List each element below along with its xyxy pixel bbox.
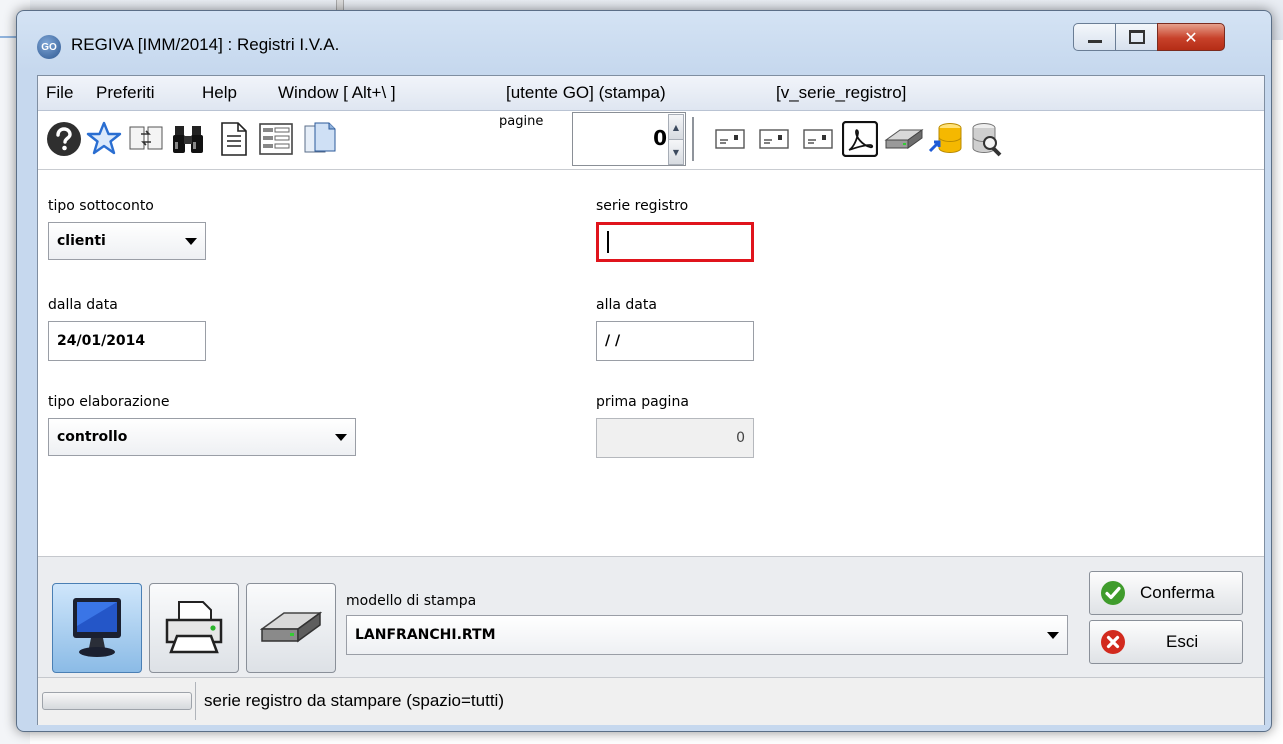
database-search-button[interactable]: [968, 119, 1008, 159]
favorites-button[interactable]: [84, 119, 124, 159]
document-icon: [221, 122, 247, 156]
app-logo-icon: GO: [37, 35, 61, 59]
pages-label: pagine: [499, 114, 544, 129]
check-circle-icon: [1101, 581, 1125, 605]
menu-preferiti[interactable]: Preferiti: [96, 83, 155, 103]
minimize-icon: [1088, 39, 1102, 43]
regiva-window: GO REGIVA [IMM/2014] : Registri I.V.A. ✕…: [16, 10, 1272, 732]
field-button-3[interactable]: [798, 119, 838, 159]
copy-documents-button[interactable]: [300, 119, 340, 159]
swap-window-button[interactable]: [126, 119, 166, 159]
tipo-sottoconto-select[interactable]: clienti: [48, 222, 206, 260]
pages-value: 0: [653, 126, 667, 150]
binoculars-icon: [173, 126, 203, 153]
menu-table-name: [v_serie_registro]: [776, 83, 907, 102]
pages-input[interactable]: 0 ▲ ▼: [572, 112, 686, 166]
field-button-2[interactable]: [754, 119, 794, 159]
maximize-button[interactable]: [1115, 23, 1159, 51]
serie-registro-input[interactable]: [596, 222, 754, 262]
database-export-button[interactable]: [926, 119, 966, 159]
spin-up-button[interactable]: ▲: [668, 114, 684, 140]
toolbar: pagine 0 ▲ ▼: [38, 111, 1264, 170]
swap-window-icon: [129, 126, 163, 150]
field-icon-2: [759, 129, 789, 149]
menu-file[interactable]: File: [46, 83, 73, 103]
alla-data-input[interactable]: / /: [596, 321, 754, 361]
field-button-1[interactable]: [710, 119, 750, 159]
output-screen-button[interactable]: [52, 583, 142, 673]
pdf-button[interactable]: [840, 119, 880, 159]
toolbar-separator: [692, 117, 694, 161]
output-printer-button[interactable]: [149, 583, 239, 673]
menu-help[interactable]: Help: [202, 83, 237, 103]
form-button[interactable]: [256, 119, 296, 159]
monitor-icon: [73, 598, 121, 657]
dalla-data-input[interactable]: 24/01/2014: [48, 321, 206, 361]
dalla-data-label: dalla data: [48, 297, 118, 313]
prima-pagina-input: 0: [596, 418, 754, 458]
dropdown-arrow-icon: [185, 238, 197, 245]
prima-pagina-value: 0: [736, 430, 745, 446]
document-button[interactable]: [214, 119, 254, 159]
spin-down-button[interactable]: ▼: [668, 139, 684, 165]
disk-drive-icon: [260, 611, 322, 643]
status-text: serie registro da stampare (spazio=tutti…: [204, 691, 504, 710]
window-title: REGIVA [IMM/2014] : Registri I.V.A.: [71, 35, 340, 54]
favorite-star-icon: [86, 121, 122, 155]
field-icon-1: [715, 129, 745, 149]
exit-label: Esci: [1166, 632, 1199, 651]
alla-data-label: alla data: [596, 297, 657, 313]
tipo-elaborazione-label: tipo elaborazione: [48, 394, 170, 410]
menu-window[interactable]: Window [ Alt+\ ]: [278, 83, 396, 103]
output-disk-button[interactable]: [246, 583, 336, 673]
title-bar[interactable]: GO REGIVA [IMM/2014] : Registri I.V.A. ✕: [17, 11, 1271, 73]
minimize-button[interactable]: [1073, 23, 1117, 51]
dropdown-arrow-icon: [335, 434, 347, 441]
text-cursor: [607, 231, 609, 253]
arrow-down-icon: ▼: [672, 147, 680, 157]
disk-drive-icon: [884, 129, 924, 149]
pdf-icon: [842, 121, 878, 157]
window-client-area: File Preferiti Help Window [ Alt+\ ] [ut…: [37, 75, 1265, 725]
serie-registro-label: serie registro: [596, 198, 689, 214]
tipo-elaborazione-value: controllo: [57, 429, 128, 445]
tipo-sottoconto-label: tipo sottoconto: [48, 198, 154, 214]
confirm-label: Conferma: [1140, 583, 1215, 602]
form-icon: [259, 123, 293, 155]
status-bar: serie registro da stampare (spazio=tutti…: [38, 677, 1264, 725]
help-icon: [47, 122, 81, 156]
database-search-icon: [972, 123, 1002, 157]
dalla-data-value: 24/01/2014: [57, 333, 146, 349]
maximize-icon: [1129, 30, 1145, 44]
copy-documents-icon: [304, 122, 336, 153]
close-icon: ✕: [1184, 27, 1198, 47]
arrow-up-icon: ▲: [672, 122, 680, 132]
menu-bar: File Preferiti Help Window [ Alt+\ ] [ut…: [38, 76, 1264, 111]
exit-button[interactable]: Esci: [1089, 620, 1243, 664]
status-separator: [195, 682, 196, 720]
confirm-button[interactable]: Conferma: [1089, 571, 1243, 615]
output-panel: modello di stampa LANFRANCHI.RTM Conferm…: [38, 556, 1264, 677]
progress-bar: [42, 692, 192, 710]
close-button[interactable]: ✕: [1157, 23, 1225, 51]
modello-stampa-value: LANFRANCHI.RTM: [355, 627, 496, 643]
database-export-icon: [928, 123, 962, 154]
field-icon-3: [803, 129, 833, 149]
modello-stampa-select[interactable]: LANFRANCHI.RTM: [346, 615, 1068, 655]
disk-drive-button[interactable]: [884, 119, 924, 159]
search-button[interactable]: [168, 119, 208, 159]
modello-stampa-label: modello di stampa: [346, 593, 477, 609]
prima-pagina-label: prima pagina: [596, 394, 689, 410]
cancel-circle-icon: [1101, 630, 1125, 654]
alla-data-value: / /: [605, 333, 621, 349]
dropdown-arrow-icon: [1047, 632, 1059, 639]
tipo-sottoconto-value: clienti: [57, 233, 106, 249]
printer-icon: [165, 601, 223, 654]
menu-user-info: [utente GO] (stampa): [506, 83, 666, 102]
tipo-elaborazione-select[interactable]: controllo: [48, 418, 356, 456]
help-button[interactable]: [44, 119, 84, 159]
